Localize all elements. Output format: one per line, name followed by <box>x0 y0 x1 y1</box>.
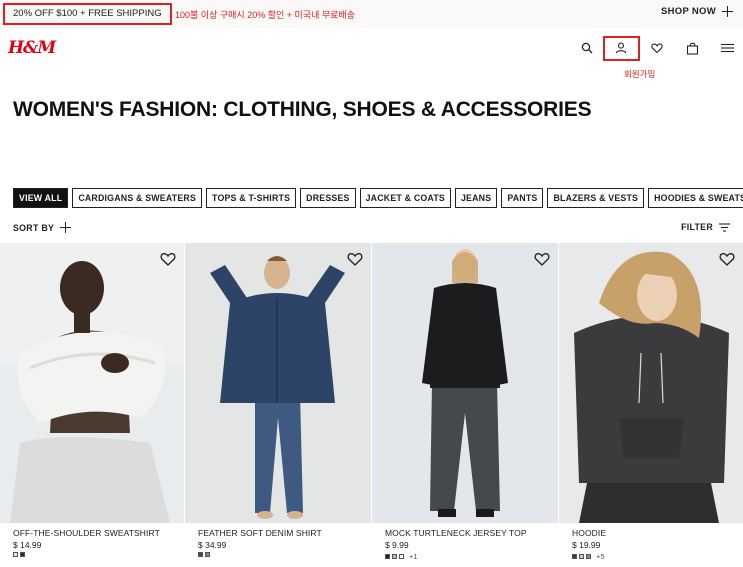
more-colors[interactable]: +5 <box>596 552 605 561</box>
favorite-icon[interactable] <box>534 251 550 267</box>
product-price: $ 34.99 <box>198 540 227 550</box>
product-grid: OFF-THE-SHOULDER SWEATSHIRT $ 14.99 FEAT… <box>0 243 743 567</box>
plus-icon <box>60 222 72 233</box>
page-title: WOMEN'S FASHION: CLOTHING, SHOES & ACCES… <box>13 98 592 121</box>
product-card: MOCK TURTLENECK JERSEY TOP $ 9.99 +1 <box>372 243 558 567</box>
swatch[interactable] <box>586 554 591 559</box>
more-colors[interactable]: +1 <box>409 552 418 561</box>
bag-icon[interactable] <box>680 36 704 60</box>
chip-dresses[interactable]: DRESSES <box>300 188 356 208</box>
brand-logo[interactable]: H&M <box>8 38 56 58</box>
product-card: FEATHER SOFT DENIM SHIRT $ 34.99 <box>185 243 371 567</box>
filter-button[interactable]: FILTER <box>681 222 730 232</box>
promo-bar: 20% OFF $100 + FREE SHIPPING 100불 이상 구매시… <box>0 0 743 28</box>
category-chips: VIEW ALL CARDIGANS & SWEATERS TOPS & T-SHI… <box>13 188 743 209</box>
chip-tops-tshirts[interactable]: TOPS & T-SHIRTS <box>206 188 297 208</box>
search-icon[interactable] <box>575 36 599 60</box>
filter-label: FILTER <box>681 222 713 232</box>
heart-icon[interactable] <box>645 36 669 60</box>
product-price: $ 14.99 <box>13 540 42 550</box>
swatch[interactable] <box>198 552 203 557</box>
shop-now-button[interactable]: SHOP NOW <box>661 6 733 17</box>
product-name[interactable]: FEATHER SOFT DENIM SHIRT <box>198 528 322 538</box>
chip-view-all[interactable]: VIEW ALL <box>13 188 69 208</box>
product-image[interactable] <box>559 243 743 523</box>
sort-by-button[interactable]: SORT BY <box>13 222 72 233</box>
color-swatches <box>198 552 210 557</box>
promo-note: 100불 이상 구매시 20% 할인 + 미국내 무료배송 <box>175 10 355 20</box>
chip-hoodies-sweatshirts[interactable]: HOODIES & SWEATSHIRTS <box>648 188 743 208</box>
filter-icon <box>719 222 730 232</box>
product-card: HOODIE $ 19.99 +5 <box>559 243 743 567</box>
swatch[interactable] <box>20 552 25 557</box>
product-price: $ 9.99 <box>385 540 409 550</box>
promo-text[interactable]: 20% OFF $100 + FREE SHIPPING <box>3 3 172 25</box>
swatch[interactable] <box>392 554 397 559</box>
product-name[interactable]: MOCK TURTLENECK JERSEY TOP <box>385 528 527 538</box>
swatch[interactable] <box>385 554 390 559</box>
product-image[interactable] <box>185 243 371 523</box>
chip-jeans[interactable]: JEANS <box>454 188 498 208</box>
product-image[interactable] <box>0 243 184 523</box>
favorite-icon[interactable] <box>719 251 735 267</box>
chip-cardigans-sweaters[interactable]: CARDIGANS & SWEATERS <box>72 188 203 208</box>
favorite-icon[interactable] <box>347 251 363 267</box>
color-swatches <box>13 552 25 557</box>
account-note: 회원가입 <box>624 69 656 79</box>
swatch[interactable] <box>399 554 404 559</box>
chip-blazers-vests[interactable]: BLAZERS & VESTS <box>547 188 645 208</box>
product-image[interactable] <box>372 243 558 523</box>
plus-icon <box>722 6 733 17</box>
product-card: OFF-THE-SHOULDER SWEATSHIRT $ 14.99 <box>0 243 184 567</box>
menu-icon[interactable] <box>715 36 739 60</box>
shop-now-label: SHOP NOW <box>660 6 716 17</box>
favorite-icon[interactable] <box>160 251 176 267</box>
swatch[interactable] <box>13 552 18 557</box>
product-name[interactable]: HOODIE <box>572 528 606 538</box>
color-swatches: +1 <box>385 552 418 561</box>
swatch[interactable] <box>579 554 584 559</box>
swatch[interactable] <box>205 552 210 557</box>
sort-by-label: SORT BY <box>13 222 55 233</box>
chip-jacket-coats[interactable]: JACKET & COATS <box>359 188 451 208</box>
swatch[interactable] <box>572 554 577 559</box>
chip-pants[interactable]: PANTS <box>501 188 544 208</box>
account-icon[interactable] <box>609 36 633 60</box>
product-price: $ 19.99 <box>572 540 601 550</box>
product-name[interactable]: OFF-THE-SHOULDER SWEATSHIRT <box>13 528 160 538</box>
color-swatches: +5 <box>572 552 605 561</box>
